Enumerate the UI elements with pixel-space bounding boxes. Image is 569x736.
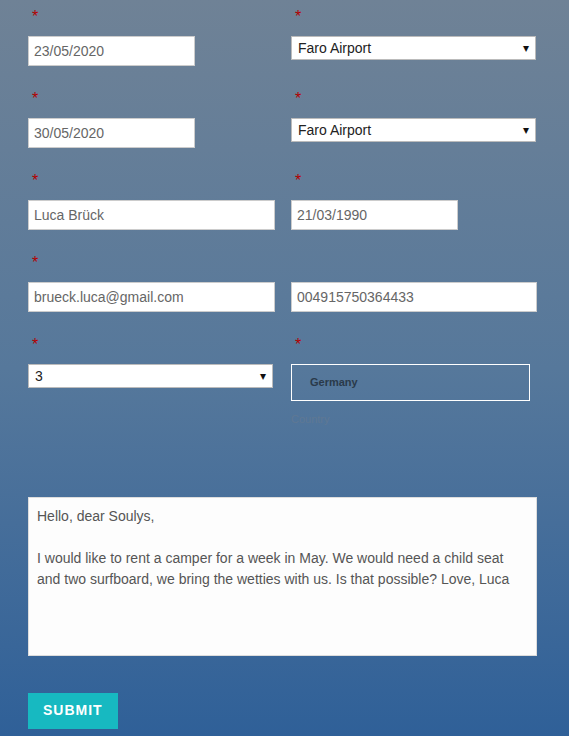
required-marker: * <box>28 334 275 364</box>
required-marker: * <box>28 170 275 200</box>
select-value: Faro Airport <box>298 38 371 59</box>
asterisk: * <box>32 336 38 353</box>
required-marker: * <box>28 88 275 118</box>
select-field[interactable]: Faro Airport ▾ <box>291 36 536 60</box>
date-input[interactable] <box>28 118 195 148</box>
country-field[interactable]: Germany <box>291 364 530 401</box>
required-marker: * <box>28 6 275 36</box>
form-cell: * Faro Airport ▾ <box>291 6 537 88</box>
date-input[interactable] <box>291 200 458 230</box>
form-cell: * <box>291 170 537 252</box>
required-marker: * <box>291 334 537 364</box>
required-marker: * <box>291 88 537 118</box>
name-input[interactable] <box>28 200 275 230</box>
form-cell: * <box>28 88 275 170</box>
form-cell <box>291 252 537 334</box>
required-marker <box>291 252 537 282</box>
dropdown-arrow-icon: ▾ <box>523 121 529 139</box>
asterisk: * <box>295 8 301 25</box>
asterisk: * <box>295 172 301 189</box>
select-value: 3 <box>35 366 43 387</box>
asterisk: * <box>32 172 38 189</box>
asterisk: * <box>295 336 301 353</box>
asterisk: * <box>295 90 301 107</box>
form-cell: * <box>28 170 275 252</box>
form-cell: * Faro Airport ▾ <box>291 88 537 170</box>
message-textarea[interactable]: Hello, dear Soulys, I would like to rent… <box>28 497 537 656</box>
asterisk: * <box>32 254 38 271</box>
country-value: Germany <box>310 374 358 391</box>
dropdown-arrow-icon: ▾ <box>260 367 266 385</box>
email-input[interactable] <box>28 282 275 312</box>
required-marker: * <box>291 6 537 36</box>
form-cell: * <box>28 252 275 334</box>
select-field[interactable]: 3▾ <box>28 364 273 388</box>
date-input[interactable] <box>28 36 195 66</box>
select-value: Faro Airport <box>298 120 371 141</box>
phone-input[interactable] <box>291 282 537 312</box>
select-field[interactable]: Faro Airport ▾ <box>291 118 536 142</box>
form-page: **Faro Airport▾**Faro Airport▾****3▾*Ger… <box>0 0 569 736</box>
form-grid: **Faro Airport▾**Faro Airport▾****3▾*Ger… <box>28 6 569 428</box>
country-label: Country <box>291 411 537 428</box>
form-cell: * <box>28 6 275 88</box>
required-marker: * <box>28 252 275 282</box>
asterisk: * <box>32 8 38 25</box>
form-cell: * Germany Country <box>291 334 537 428</box>
required-marker: * <box>291 170 537 200</box>
dropdown-arrow-icon: ▾ <box>523 39 529 57</box>
asterisk: * <box>32 90 38 107</box>
form-cell: *3▾ <box>28 334 275 428</box>
submit-button[interactable]: SUBMIT <box>28 693 118 729</box>
